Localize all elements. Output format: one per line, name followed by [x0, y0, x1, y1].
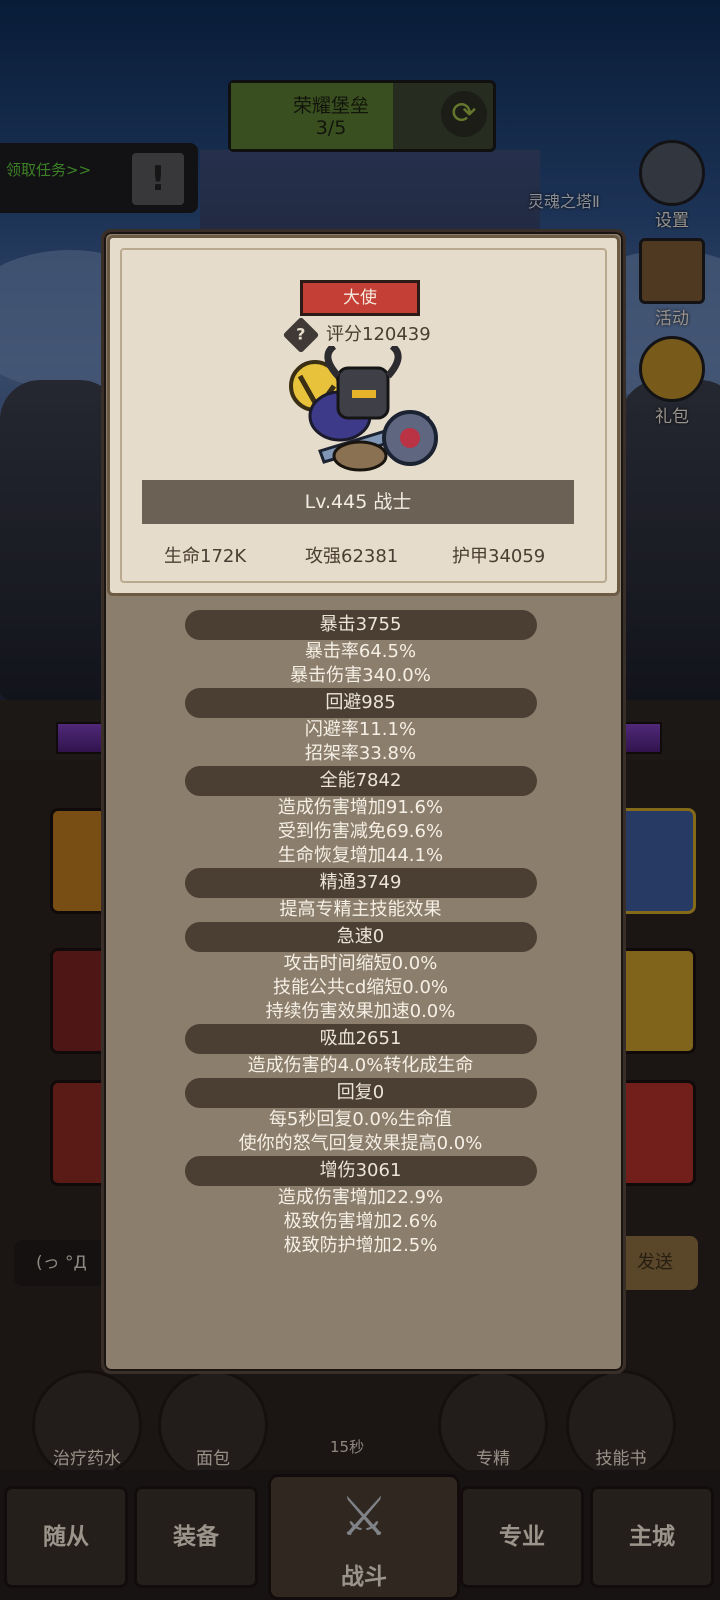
secondary-stats-list: 暴击3755 暴击率64.5% 暴击伤害340.0% 回避985 闪避率11.1… — [101, 610, 620, 1258]
warrior-portrait-icon — [289, 346, 438, 472]
stat-detail: 极致防护增加2.5% — [283, 1235, 438, 1256]
stat-detail: 持续伤害效果加速0.0% — [265, 1001, 456, 1022]
stat-detail: 生命恢复增加44.1% — [277, 845, 444, 866]
stat-header-lifesteal: 吸血2651 — [184, 1024, 537, 1054]
base-stat-armor: 护甲34059 — [452, 546, 546, 567]
stat-header-avoidance: 回避985 — [184, 688, 537, 718]
score-row: ? 评分120439 — [282, 316, 431, 354]
stat-detail: 造成伤害的4.0%转化成生命 — [247, 1055, 474, 1076]
stat-detail: 造成伤害增加91.6% — [277, 797, 444, 818]
level-class-bar: Lv.445 战士 — [142, 480, 574, 524]
stat-header-versatility: 全能7842 — [184, 766, 537, 796]
stat-header-regen: 回复0 — [184, 1078, 537, 1108]
stat-detail: 暴击伤害340.0% — [290, 665, 431, 686]
stat-detail: 闪避率11.1% — [304, 719, 417, 740]
stat-header-haste: 急速0 — [184, 922, 537, 952]
stat-detail: 使你的怒气回复效果提高0.0% — [238, 1133, 483, 1154]
stat-detail: 每5秒回复0.0%生命值 — [268, 1109, 453, 1130]
stat-detail: 受到伤害减免69.6% — [277, 821, 444, 842]
stat-header-crit: 暴击3755 — [184, 610, 537, 640]
score-text: 评分120439 — [326, 324, 431, 345]
stat-detail: 暴击率64.5% — [304, 641, 417, 662]
title-badge: 大使 — [300, 280, 420, 316]
base-stat-attack-power: 攻强62381 — [305, 546, 399, 567]
stat-header-mastery: 精通3749 — [184, 868, 537, 898]
character-card: 大使 ? 评分120439 Lv.445 战士 生命172K 攻强62381 护甲… — [107, 235, 620, 596]
stat-detail: 招架率33.8% — [304, 743, 417, 764]
stat-header-damage-bonus: 增伤3061 — [184, 1156, 537, 1186]
stat-detail: 造成伤害增加22.9% — [277, 1187, 444, 1208]
base-stat-health: 生命172K — [164, 546, 247, 567]
stat-detail: 极致伤害增加2.6% — [283, 1211, 438, 1232]
stat-detail: 攻击时间缩短0.0% — [283, 953, 438, 974]
stat-detail: 提高专精主技能效果 — [279, 899, 442, 920]
stat-detail: 技能公共cd缩短0.0% — [272, 977, 449, 998]
